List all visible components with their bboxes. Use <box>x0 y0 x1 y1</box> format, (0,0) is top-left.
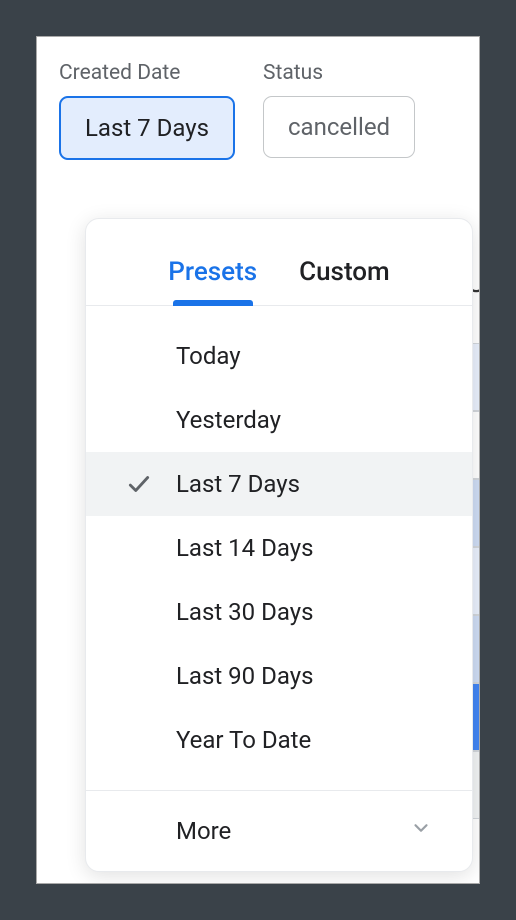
preset-item-last-90-days[interactable]: Last 90 Days <box>86 644 472 708</box>
preset-list: Today Yesterday Last 7 Days Las <box>86 306 472 791</box>
chevron-down-icon <box>410 817 432 845</box>
content-panel: U Created Date Last 7 Days Status cancel… <box>36 36 480 884</box>
preset-item-last-14-days[interactable]: Last 14 Days <box>86 516 472 580</box>
preset-label: Year To Date <box>176 726 472 754</box>
more-button[interactable]: More <box>86 791 472 871</box>
status-value: cancelled <box>288 113 390 141</box>
filter-group-created-date: Created Date Last 7 Days <box>59 61 235 160</box>
tab-custom[interactable]: Custom <box>283 245 406 305</box>
preset-item-yesterday[interactable]: Yesterday <box>86 388 472 452</box>
preset-item-last-7-days[interactable]: Last 7 Days <box>86 452 472 516</box>
tab-presets[interactable]: Presets <box>152 245 273 305</box>
preset-label: Last 30 Days <box>176 598 472 626</box>
preset-item-year-to-date[interactable]: Year To Date <box>86 708 472 772</box>
dropdown-tabs: Presets Custom <box>86 219 472 306</box>
preset-label: Last 7 Days <box>176 470 472 498</box>
tab-underline <box>173 300 253 306</box>
check-icon <box>126 471 176 497</box>
more-label: More <box>176 817 231 845</box>
created-date-label: Created Date <box>59 61 235 85</box>
preset-label: Yesterday <box>176 406 472 434</box>
created-date-filter-pill[interactable]: Last 7 Days <box>59 96 235 160</box>
filter-group-status: Status cancelled <box>263 61 415 158</box>
filter-row: Created Date Last 7 Days Status cancelle… <box>59 61 457 160</box>
status-filter-pill[interactable]: cancelled <box>263 96 415 158</box>
date-preset-dropdown: Presets Custom Today Yesterday <box>85 218 473 872</box>
preset-label: Last 90 Days <box>176 662 472 690</box>
preset-item-today[interactable]: Today <box>86 324 472 388</box>
tab-presets-label: Presets <box>168 257 257 287</box>
preset-label: Today <box>176 342 472 370</box>
created-date-value: Last 7 Days <box>85 114 209 142</box>
preset-label: Last 14 Days <box>176 534 472 562</box>
preset-item-last-30-days[interactable]: Last 30 Days <box>86 580 472 644</box>
app-frame: U Created Date Last 7 Days Status cancel… <box>0 0 516 920</box>
tab-custom-label: Custom <box>299 257 390 287</box>
status-label: Status <box>263 61 415 85</box>
